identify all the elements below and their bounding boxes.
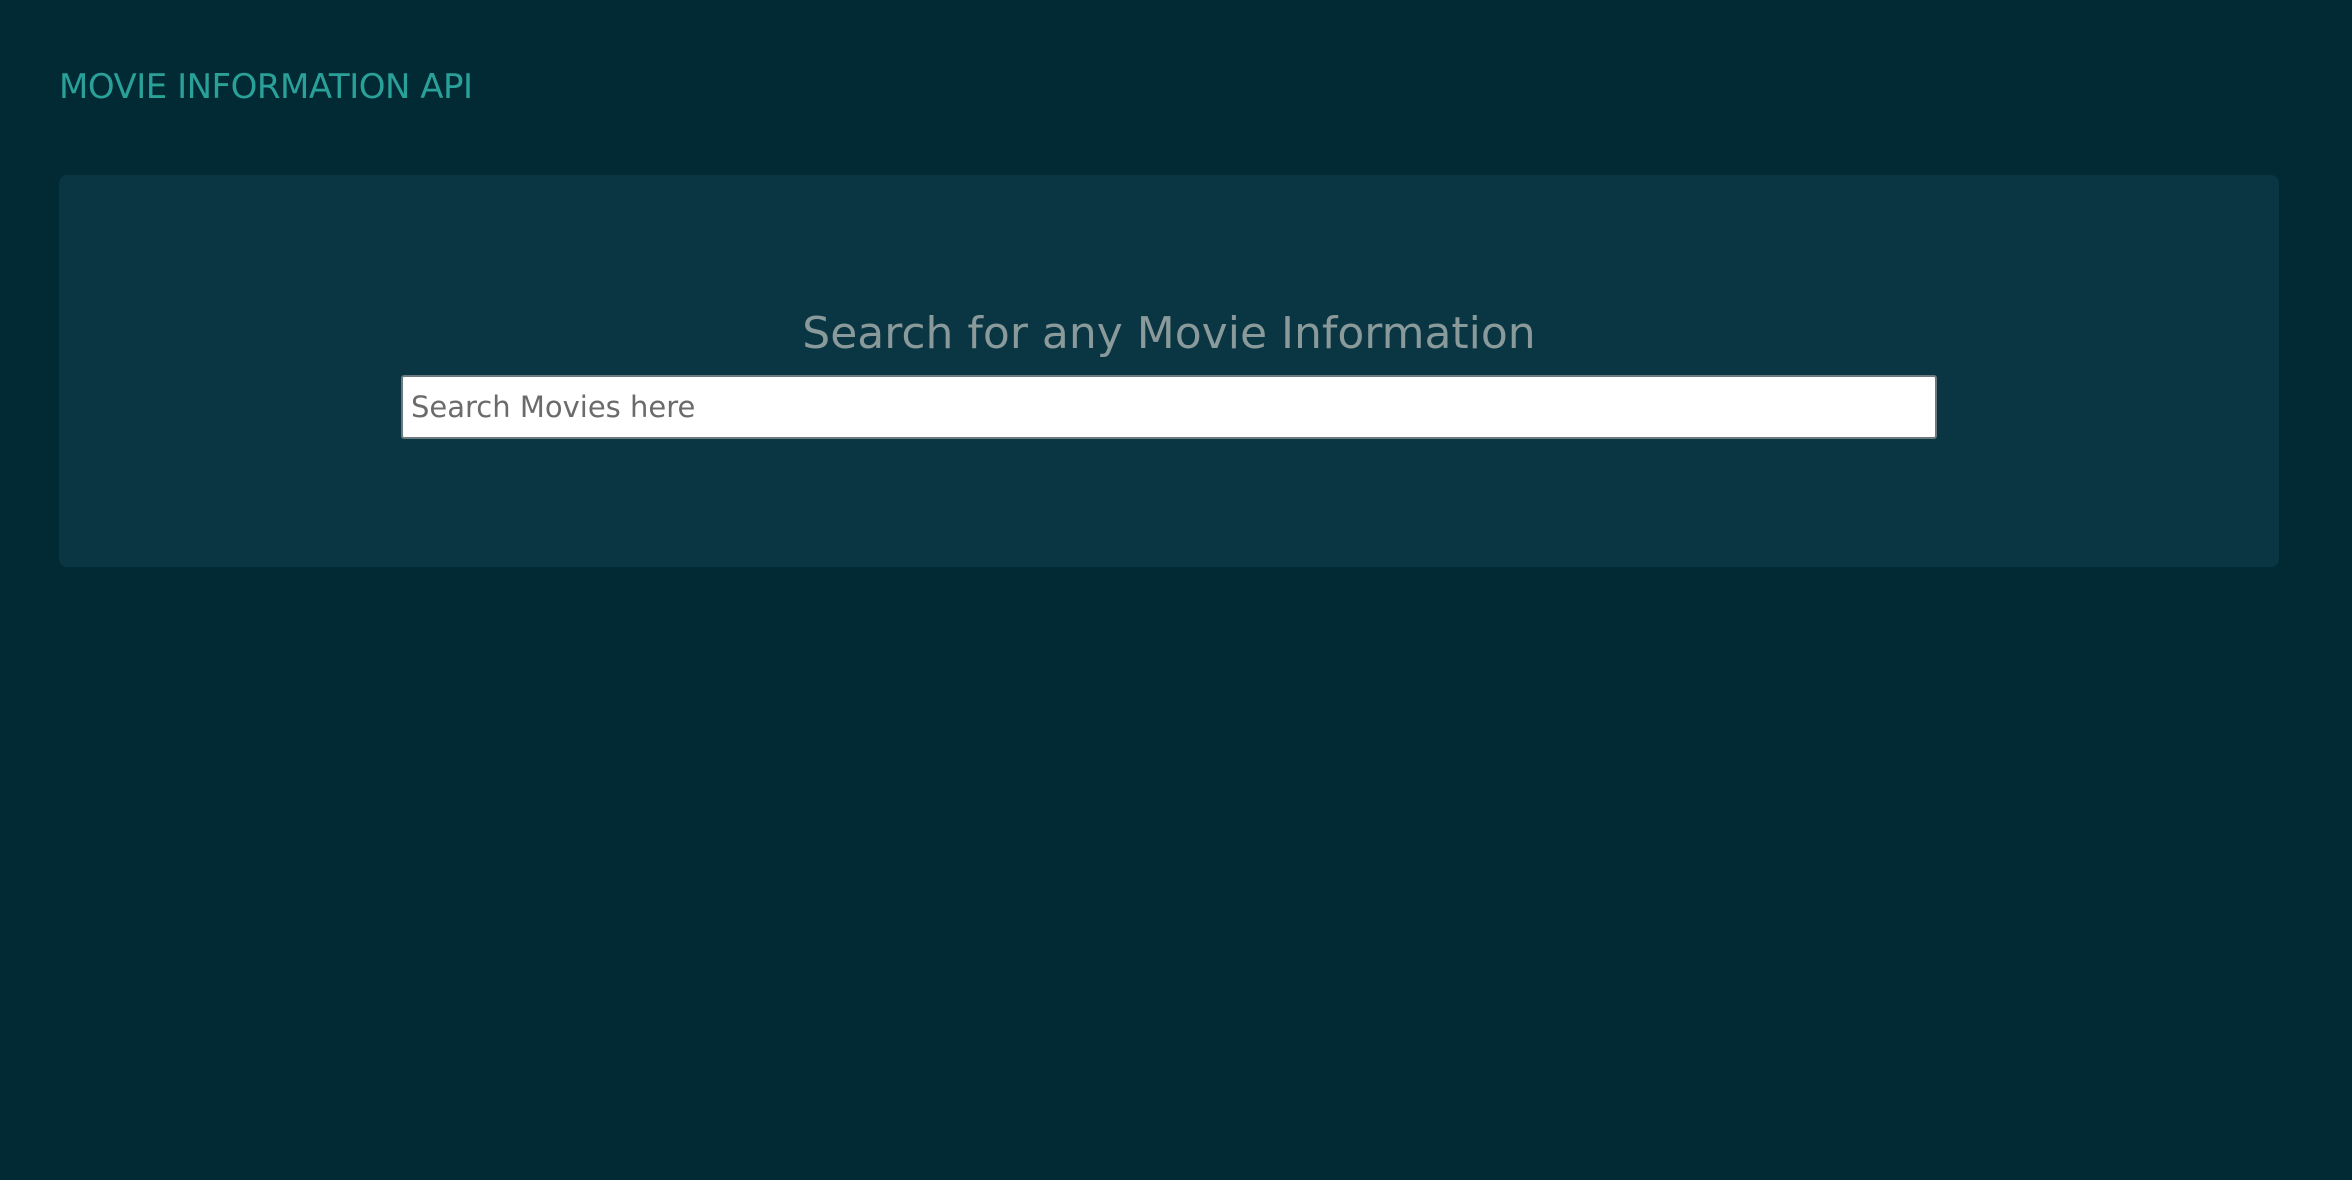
brand-link[interactable]: MOVIE INFORMATION API <box>59 62 473 112</box>
search-heading: Search for any Movie Information <box>802 308 1536 359</box>
movie-search-input[interactable] <box>401 375 1937 439</box>
search-panel: Search for any Movie Information <box>59 175 2279 567</box>
